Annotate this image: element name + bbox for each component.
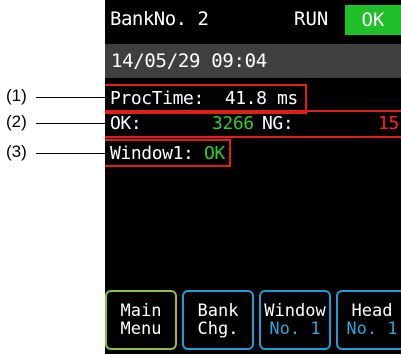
bank-number: BankNo. 2: [110, 8, 209, 30]
datetime-bar: 14/05/29 09:04: [105, 44, 401, 78]
main-menu-button[interactable]: Main Menu: [105, 290, 177, 350]
bank-change-label-1: Bank: [197, 301, 239, 321]
datetime: 14/05/29 09:04: [111, 50, 267, 72]
bank-change-label-2: Chg.: [197, 319, 239, 339]
run-status: RUN: [294, 8, 329, 30]
main-menu-label-1: Main: [120, 301, 162, 321]
callout-3: (3): [6, 142, 27, 161]
window-number-label-2: No. 1: [269, 319, 321, 339]
callout-2-leader: [36, 123, 107, 124]
main-menu-label-2: Menu: [120, 319, 162, 339]
window-number-label-1: Window: [264, 301, 326, 321]
head-number-label-2: No. 1: [346, 319, 398, 339]
callout-2: (2): [6, 112, 27, 131]
window-number-button[interactable]: Window No. 1: [259, 290, 331, 350]
bank-change-button[interactable]: Bank Chg.: [182, 290, 254, 350]
highlight-box-2: [105, 110, 401, 138]
callout-labels: (1) (2) (3): [0, 0, 107, 354]
status-bar: BankNo. 2 RUN OK: [105, 0, 401, 40]
head-number-label-1: Head: [351, 301, 393, 321]
head-number-button[interactable]: Head No. 1: [336, 290, 401, 350]
callout-3-leader: [36, 153, 107, 154]
overall-ok-badge: OK: [345, 5, 401, 35]
callout-1-leader: [36, 97, 107, 98]
highlight-box-3: [105, 139, 231, 167]
callout-1: (1): [6, 86, 27, 105]
device-screen: BankNo. 2 RUN OK 14/05/29 09:04 ProcTime…: [105, 0, 401, 354]
